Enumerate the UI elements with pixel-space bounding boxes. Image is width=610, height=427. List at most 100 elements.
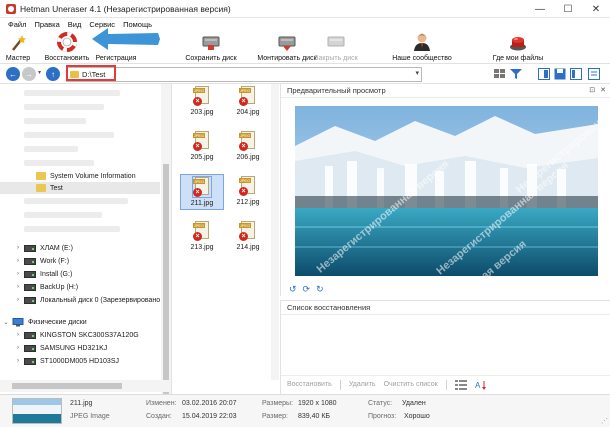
filter-icon[interactable]	[510, 69, 522, 79]
tree-horizontal-scrollbar[interactable]	[0, 380, 172, 392]
close-disk-button[interactable]: Закрыть диск	[312, 30, 360, 64]
rotate-right-icon[interactable]: ↻	[316, 284, 324, 295]
back-arrow-icon[interactable]: ←	[6, 67, 20, 81]
file-tile[interactable]: JPEG × 213.jpg	[180, 219, 224, 255]
expand-icon[interactable]: ›	[12, 284, 24, 290]
expand-icon[interactable]: ›	[12, 245, 24, 251]
expand-icon[interactable]: ›	[12, 332, 24, 338]
tree-drive-e[interactable]: › ХЛАМ (E:)	[0, 242, 160, 254]
sort-icon[interactable]: A	[475, 380, 487, 390]
recovery-restore-button[interactable]: Восстановить	[287, 381, 332, 388]
tree-drive-g[interactable]: › Install (G:)	[0, 268, 160, 280]
folder-icon	[36, 184, 46, 192]
close-icon[interactable]: ✕	[600, 86, 606, 94]
mount-disk-button[interactable]: Монтировать диск	[256, 30, 318, 64]
maximize-button[interactable]: ☐	[554, 0, 582, 18]
expand-icon[interactable]: ›	[12, 258, 24, 264]
address-highlight	[66, 65, 116, 81]
status-filetype: JPEG Image	[70, 413, 110, 420]
status-bar: 211.jpg JPEG Image Изменен: 03.02.2016 2…	[0, 394, 610, 427]
file-tile[interactable]: JPEG × 212.jpg	[226, 174, 270, 210]
where-files-label: Где мои файлы	[492, 55, 544, 62]
preview-pane-icon[interactable]	[538, 68, 550, 80]
file-tile-selected[interactable]: JPEG × 211.jpg	[180, 174, 224, 210]
where-files-button[interactable]: Где мои файлы	[488, 30, 548, 64]
close-button[interactable]: ✕	[582, 0, 610, 18]
address-dropdown-icon[interactable]: ▾	[415, 69, 419, 77]
expand-icon[interactable]: ›	[12, 345, 24, 351]
tree-vertical-scrollbar[interactable]	[161, 84, 171, 394]
drive-icon	[24, 257, 36, 265]
preview-header: Предварительный просмотр ⊡ ✕	[281, 84, 610, 98]
menu-view[interactable]: Вид	[64, 20, 86, 29]
tree-item-test[interactable]: Test	[0, 182, 160, 194]
tree-drive-h[interactable]: › BackUp (H:)	[0, 281, 160, 293]
recovery-clear-button[interactable]: Очистить список	[384, 381, 438, 388]
files-vertical-scrollbar[interactable]	[271, 84, 279, 380]
lifebuoy-icon	[57, 32, 77, 52]
tree-drive-f[interactable]: › Work (F:)	[0, 255, 160, 267]
preview-panel: Предварительный просмотр ⊡ ✕ Незарегистр…	[280, 84, 610, 296]
file-grid: JPEG × 203.jpg JPEG × 204.jpg JPEG × 205.jp…	[172, 84, 279, 380]
expand-icon[interactable]: ›	[12, 271, 24, 277]
file-tile[interactable]: JPEG × 203.jpg	[180, 84, 224, 120]
tree-item-system-volume[interactable]: System Volume Information	[0, 170, 160, 182]
tree-disk-kingston[interactable]: › KINGSTON SKC300S37A120G	[0, 329, 160, 341]
rotate-left-icon[interactable]: ↺	[289, 284, 297, 295]
menu-file[interactable]: Файл	[4, 20, 30, 29]
expand-icon[interactable]: ›	[12, 297, 24, 303]
minimize-button[interactable]: —	[526, 0, 554, 18]
community-label: Наше сообщество	[392, 55, 452, 62]
expand-icon[interactable]: ›	[12, 358, 24, 364]
restore-label: Восстановить	[44, 55, 90, 62]
status-created-value: 15.04.2019 22:03	[182, 413, 237, 420]
community-button[interactable]: Наше сообщество	[390, 30, 454, 64]
status-state-value: Удален	[402, 400, 426, 407]
file-name: 211.jpg	[190, 200, 214, 207]
save-icon[interactable]	[554, 68, 566, 80]
forward-arrow-icon[interactable]: →	[22, 67, 36, 81]
save-disk-button[interactable]: Сохранить диск	[183, 30, 239, 64]
file-tile[interactable]: JPEG × 206.jpg	[226, 129, 270, 165]
recovery-header: Список восстановления	[281, 301, 610, 315]
mount-disk-label: Монтировать диск	[257, 55, 317, 62]
file-thumbnail	[12, 398, 62, 424]
jpeg-file-icon: JPEG ×	[192, 176, 212, 198]
wizard-button[interactable]: Мастер	[4, 30, 32, 64]
restore-button[interactable]: Восстановить	[42, 30, 92, 64]
file-name: 203.jpg	[190, 109, 214, 116]
collapse-icon[interactable]: ⌄	[0, 319, 12, 326]
scrollbar-thumb[interactable]	[12, 383, 122, 389]
panic-button-icon	[510, 37, 526, 51]
layout-icon[interactable]	[570, 68, 582, 80]
user-icon	[414, 33, 430, 51]
file-name: 214.jpg	[236, 244, 260, 251]
view-mode-icon[interactable]	[494, 69, 506, 79]
file-tile[interactable]: JPEG × 205.jpg	[180, 129, 224, 165]
status-size-label: Размер:	[262, 413, 289, 420]
tree-item-label: ХЛАМ (E:)	[40, 244, 73, 252]
close-disk-label: Закрыть диск	[314, 55, 358, 62]
list-view-icon[interactable]	[454, 379, 467, 390]
preview-image: Незарегистрированная версия Незарегистри…	[295, 106, 598, 276]
tree-item-label: SAMSUNG HD321KJ	[40, 344, 108, 352]
recovery-delete-button[interactable]: Удалить	[349, 381, 376, 388]
rotate-icon[interactable]: ⟳	[303, 284, 311, 295]
scrollbar-thumb[interactable]	[163, 164, 169, 394]
address-field[interactable]: D:\Test ▾	[66, 67, 422, 82]
history-dropdown-icon[interactable]: ▾	[38, 69, 41, 76]
file-tile[interactable]: JPEG × 214.jpg	[226, 219, 270, 255]
undock-icon[interactable]: ⊡	[589, 86, 595, 94]
up-arrow-icon[interactable]: ↑	[46, 67, 60, 81]
tree-drive-reserved[interactable]: › Локальный диск 0 (Зарезервировано	[0, 294, 171, 306]
menu-edit[interactable]: Правка	[30, 20, 63, 29]
computer-icon	[12, 317, 24, 326]
tree-disk-st1000[interactable]: › ST1000DM005 HD103SJ	[0, 355, 160, 367]
settings-icon[interactable]	[588, 68, 600, 80]
blurred-tree-item	[24, 212, 102, 218]
tree-physical-disks[interactable]: ⌄ Физические диски	[0, 316, 160, 328]
resize-grip-icon[interactable]: ⋰	[601, 417, 608, 425]
window-controls: — ☐ ✕	[526, 0, 610, 18]
tree-disk-samsung[interactable]: › SAMSUNG HD321KJ	[0, 342, 160, 354]
file-tile[interactable]: JPEG × 204.jpg	[226, 84, 270, 120]
